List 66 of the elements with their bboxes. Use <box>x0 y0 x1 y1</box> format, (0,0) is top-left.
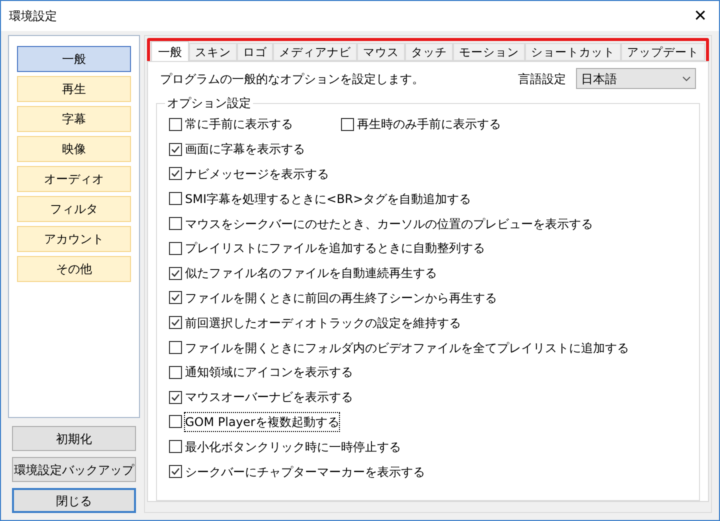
category-item[interactable]: オーディオ <box>17 166 131 192</box>
category-item[interactable]: 字幕 <box>17 106 131 132</box>
action-button[interactable]: 初期化 <box>12 426 136 451</box>
option-checkbox[interactable]: GOM Playerを複数起動する <box>169 412 341 431</box>
category-item[interactable]: 再生 <box>17 76 131 102</box>
option-checkbox[interactable]: 前回選択したオーディオトラックの設定を維持する <box>169 314 461 332</box>
option-checkbox[interactable]: 常に手前に表示する <box>169 115 341 134</box>
check-icon <box>170 466 181 478</box>
tab[interactable]: マウス <box>357 43 405 61</box>
tab[interactable]: モーション <box>453 43 525 61</box>
checkbox[interactable] <box>169 118 182 131</box>
tab[interactable]: スキン <box>189 43 237 61</box>
category-item[interactable]: その他 <box>17 256 131 282</box>
checkbox[interactable] <box>169 415 182 428</box>
chevron-down-icon <box>682 76 691 82</box>
checkbox[interactable] <box>169 341 182 354</box>
option-checkbox[interactable]: 通知領域にアイコンを表示する <box>169 363 353 382</box>
tab[interactable]: アップデート <box>621 43 705 61</box>
category-item[interactable]: アカウント <box>17 226 131 252</box>
option-checkbox[interactable]: プレイリストにファイルを追加するときに自動整列する <box>169 239 485 258</box>
option-checkbox[interactable]: 再生時のみ手前に表示する <box>341 115 501 134</box>
option-checkbox[interactable]: ナビメッセージを表示する <box>169 164 341 183</box>
checkbox[interactable] <box>169 167 182 180</box>
checkbox[interactable] <box>169 142 182 156</box>
language-label: 言語設定 <box>518 70 566 88</box>
checkbox[interactable] <box>169 440 182 454</box>
option-checkbox[interactable]: 最小化ボタンクリック時に一時停止する <box>169 438 401 456</box>
description-text: プログラムの一般的なオプションを設定します。 <box>159 70 424 88</box>
checkbox[interactable] <box>169 266 182 280</box>
category-item[interactable]: 一般 <box>17 46 131 72</box>
check-icon <box>170 268 181 279</box>
option-checkbox[interactable]: 似たファイル名のファイルを自動連続再生する <box>169 264 437 282</box>
tab[interactable]: タッチ <box>405 43 453 61</box>
checkbox[interactable] <box>169 366 182 379</box>
checkbox[interactable] <box>169 242 182 255</box>
checkbox[interactable] <box>169 316 182 330</box>
option-checkbox[interactable]: マウスオーバーナビを表示する <box>169 388 353 406</box>
action-button[interactable]: 閉じる <box>12 488 136 513</box>
checkbox[interactable] <box>169 465 182 478</box>
checkbox[interactable] <box>169 217 182 230</box>
tab[interactable]: メディアナビ <box>273 43 357 61</box>
category-item[interactable]: 映像 <box>17 136 131 162</box>
checkbox[interactable] <box>341 118 354 131</box>
check-icon <box>170 168 181 180</box>
check-icon <box>170 317 181 328</box>
checkbox[interactable] <box>169 291 182 304</box>
window-title: 環境設定 <box>9 8 57 25</box>
group-title: オプション設定 <box>165 96 253 110</box>
checkbox[interactable] <box>169 192 182 206</box>
option-checkbox[interactable]: SMI字幕を処理するときに<BR>タグを自動追加する <box>169 190 472 208</box>
option-checkbox[interactable]: マウスをシークバーにのせたとき、カーソルの位置のプレビューを表示する <box>169 214 593 233</box>
close-button[interactable]: ✕ <box>694 8 707 24</box>
tab[interactable]: ショートカット <box>525 43 621 61</box>
option-checkbox[interactable]: 画面に字幕を表示する <box>169 140 341 158</box>
check-icon <box>170 392 181 403</box>
check-icon <box>170 144 181 155</box>
check-icon <box>170 292 181 304</box>
language-dropdown[interactable]: 日本語 <box>576 68 696 89</box>
option-checkbox[interactable]: ファイルを開くときに前回の再生終了シーンから再生する <box>169 288 497 307</box>
option-checkbox[interactable]: ファイルを開くときにフォルダ内のビデオファイルを全てプレイリストに追加する <box>169 338 629 357</box>
tab[interactable]: ロゴ <box>237 43 273 61</box>
option-checkbox[interactable]: シークバーにチャプターマーカーを表示する <box>169 462 425 481</box>
category-item[interactable]: フィルタ <box>17 196 131 222</box>
checkbox[interactable] <box>169 390 182 404</box>
action-button[interactable]: 環境設定バックアップ <box>12 457 136 482</box>
tab[interactable]: 一般 <box>151 41 189 61</box>
